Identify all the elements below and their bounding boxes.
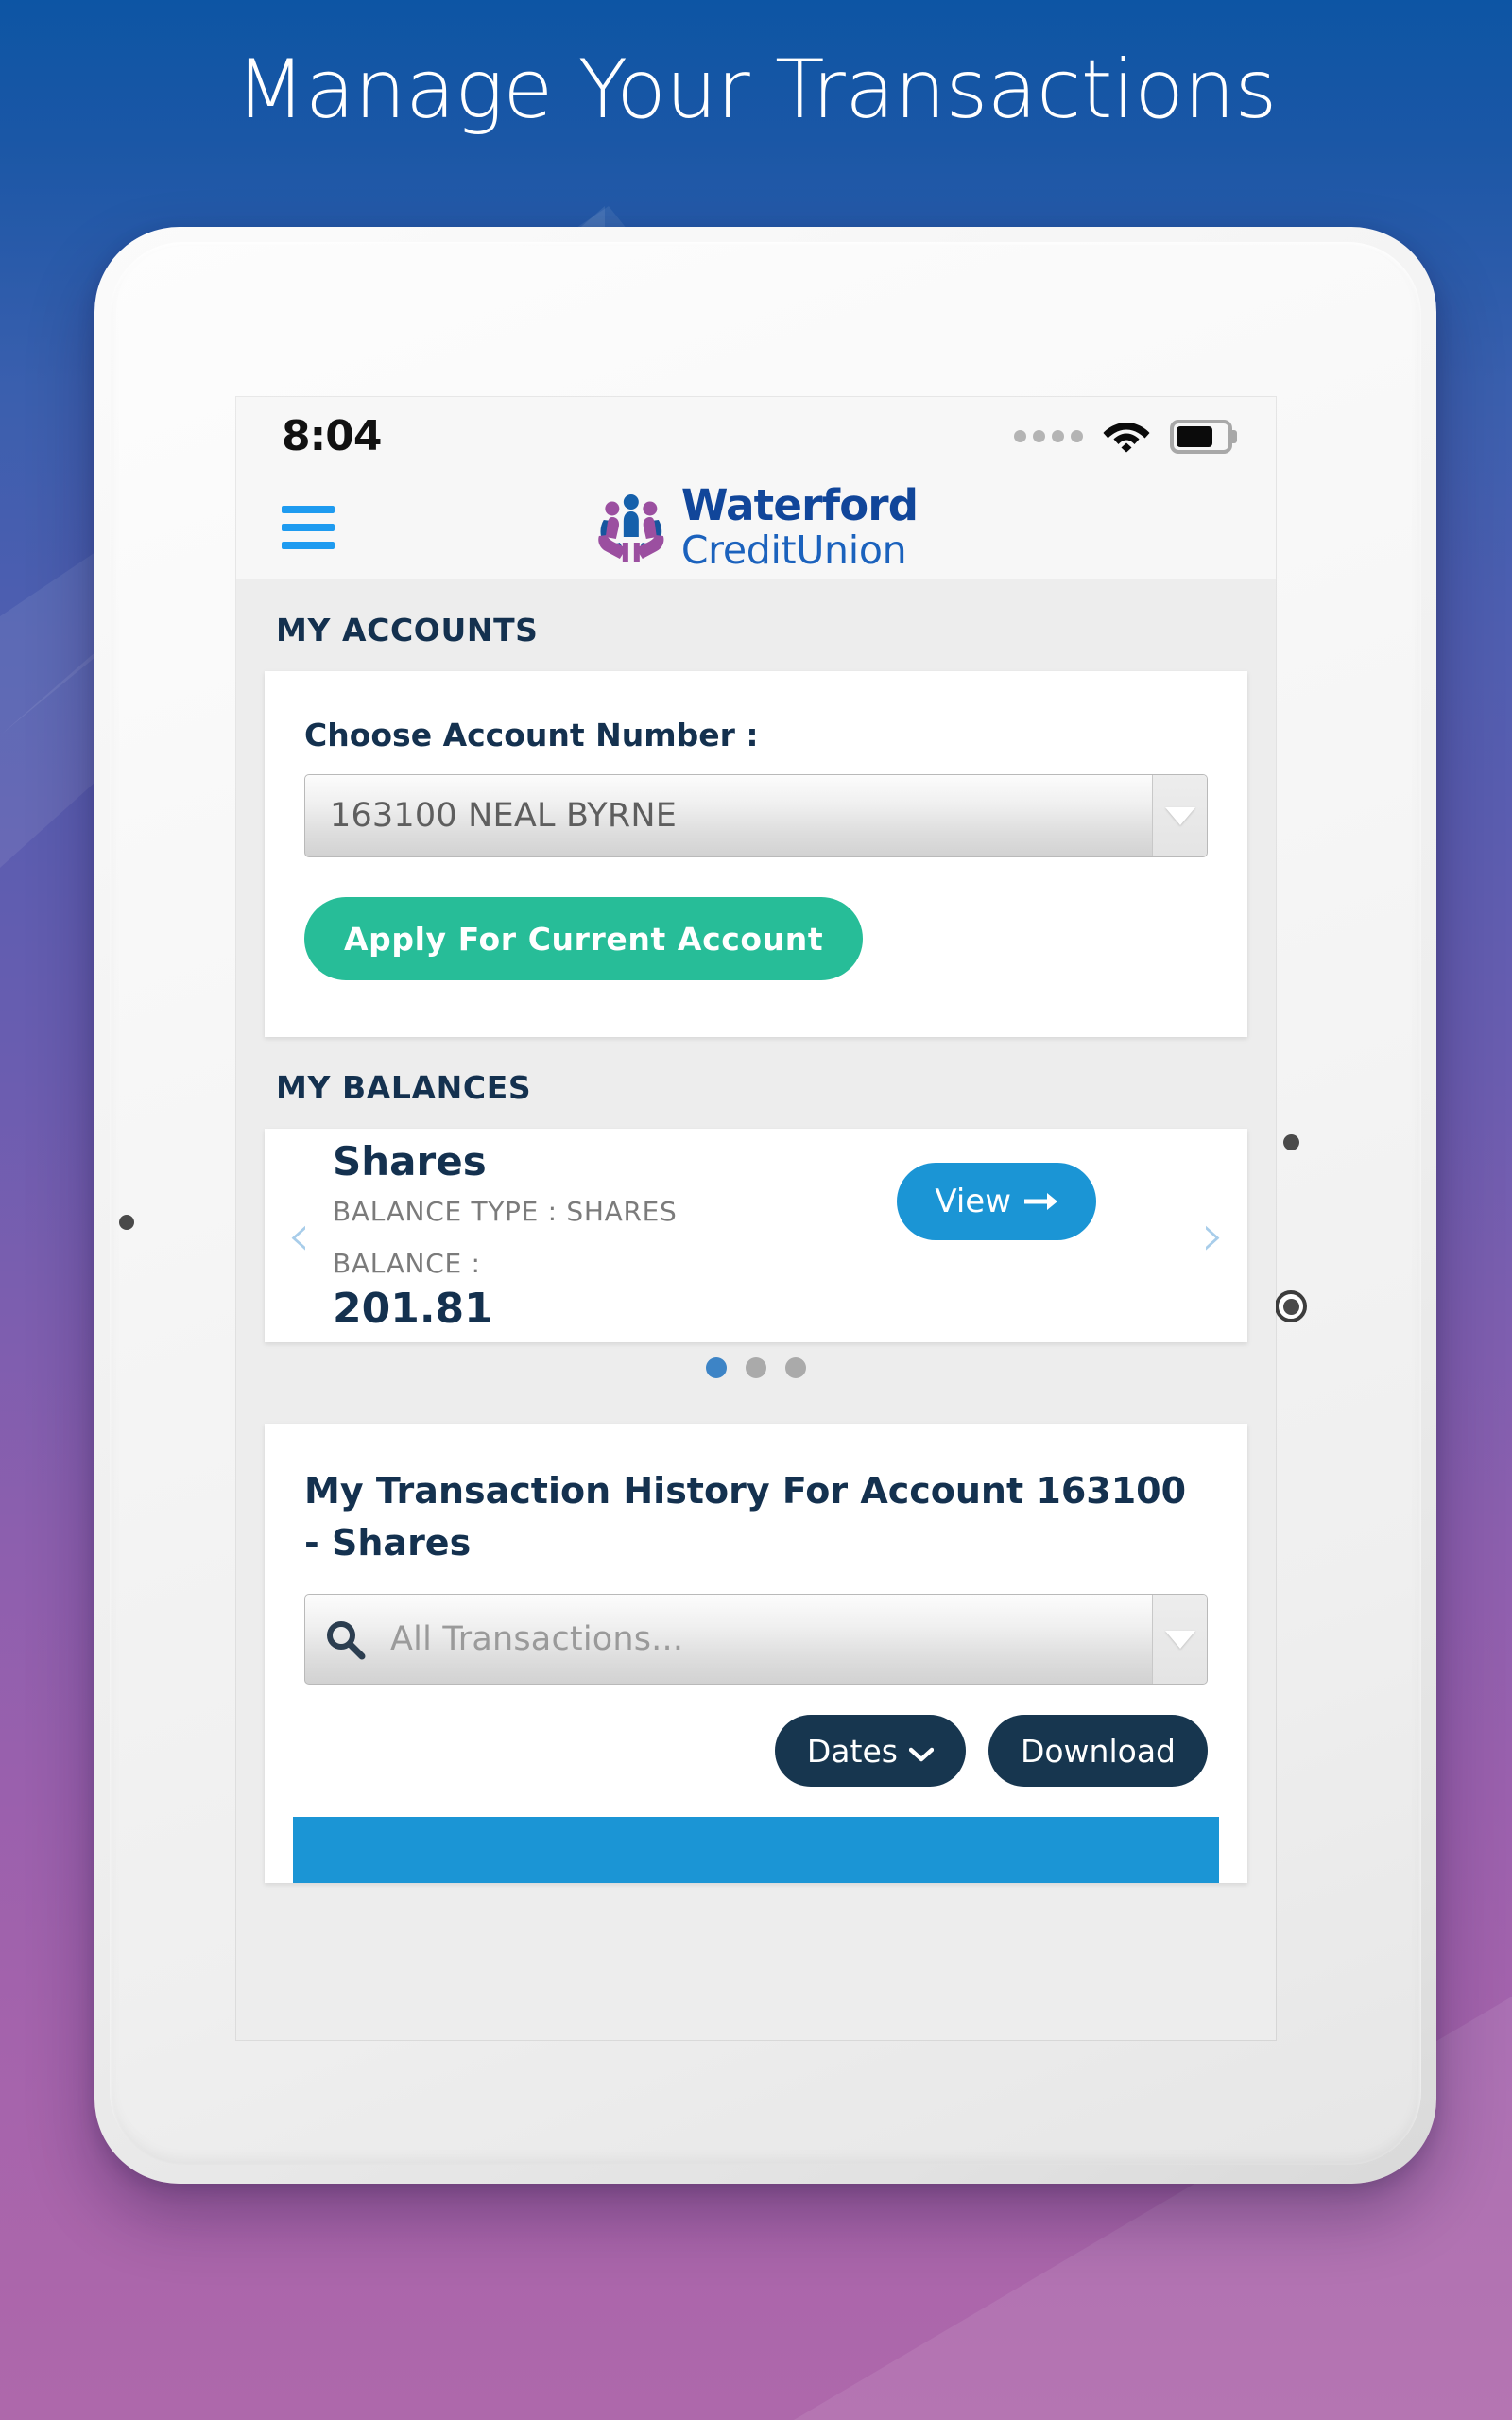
hamburger-menu-icon[interactable] xyxy=(282,505,335,549)
section-title-my-balances: MY BALANCES xyxy=(276,1069,532,1106)
view-balance-button[interactable]: View xyxy=(897,1163,1096,1240)
logo-line-creditunion: CreditUnion xyxy=(680,527,907,573)
status-bar: 8:04 xyxy=(236,397,1276,475)
my-accounts-card: Choose Account Number : 163100 NEAL BYRN… xyxy=(265,671,1247,1037)
tablet-screen: 8:04 Waterford CreditUnion MY ACCOUNTS C… xyxy=(236,397,1276,2040)
status-time: 8:04 xyxy=(282,412,382,460)
transaction-history-title: My Transaction History For Account 16310… xyxy=(304,1470,1187,1564)
apply-for-current-account-button[interactable]: Apply For Current Account xyxy=(304,897,864,980)
home-button[interactable] xyxy=(1275,1290,1307,1322)
logo-wordmark: Waterford CreditUnion xyxy=(680,480,919,573)
front-camera-icon xyxy=(1283,1134,1299,1150)
waterford-credit-union-emblem-icon xyxy=(594,492,668,563)
balance-type-label: BALANCE TYPE : SHARES xyxy=(333,1196,678,1227)
wifi-icon xyxy=(1102,415,1151,458)
app-logo: Waterford CreditUnion xyxy=(594,480,919,573)
balance-value: 201.81 xyxy=(333,1285,493,1333)
screen-content: MY ACCOUNTS Choose Account Number : 1631… xyxy=(236,579,1276,1884)
section-title-my-accounts: MY ACCOUNTS xyxy=(276,612,539,648)
transaction-actions: Dates Download xyxy=(304,1715,1208,1788)
chevron-down-icon xyxy=(908,1733,935,1770)
arrow-right-icon xyxy=(1024,1183,1058,1220)
my-balances-card: ‹ › Shares BALANCE TYPE : SHARES BALANCE… xyxy=(265,1129,1247,1378)
balance-label: BALANCE : xyxy=(333,1248,481,1279)
account-number-value: 163100 NEAL BYRNE xyxy=(330,797,678,835)
view-button-label: View xyxy=(935,1183,1011,1220)
dates-button[interactable]: Dates xyxy=(774,1715,966,1788)
transaction-filter-placeholder: All Transactions... xyxy=(390,1620,684,1659)
chevron-down-icon[interactable] xyxy=(1152,1595,1207,1685)
download-button[interactable]: Download xyxy=(988,1715,1208,1788)
battery-icon xyxy=(1170,419,1232,454)
sensor-dot-left xyxy=(119,1215,134,1230)
dates-button-label: Dates xyxy=(806,1732,898,1770)
carousel-pagination-dots[interactable] xyxy=(706,1357,806,1378)
transaction-history-card: My Transaction History For Account 16310… xyxy=(265,1424,1247,1884)
choose-account-label: Choose Account Number : xyxy=(304,717,759,753)
balance-slide: Shares BALANCE TYPE : SHARES BALANCE : 2… xyxy=(265,1138,1247,1378)
transaction-table-header-bar xyxy=(293,1817,1219,1884)
logo-line-waterford: Waterford xyxy=(680,480,919,530)
app-bar: Waterford CreditUnion xyxy=(236,475,1276,579)
promo-title: Manage Your Transactions xyxy=(235,43,1277,137)
balance-card-title: Shares xyxy=(333,1138,487,1184)
account-number-select[interactable]: 163100 NEAL BYRNE xyxy=(304,774,1208,857)
transaction-filter-value: All Transactions... xyxy=(305,1595,1152,1684)
search-icon xyxy=(324,1618,366,1660)
transaction-filter-select[interactable]: All Transactions... xyxy=(304,1594,1208,1685)
signal-strength-icon xyxy=(1014,430,1083,442)
status-indicators xyxy=(1014,415,1232,458)
chevron-down-icon[interactable] xyxy=(1152,775,1207,856)
